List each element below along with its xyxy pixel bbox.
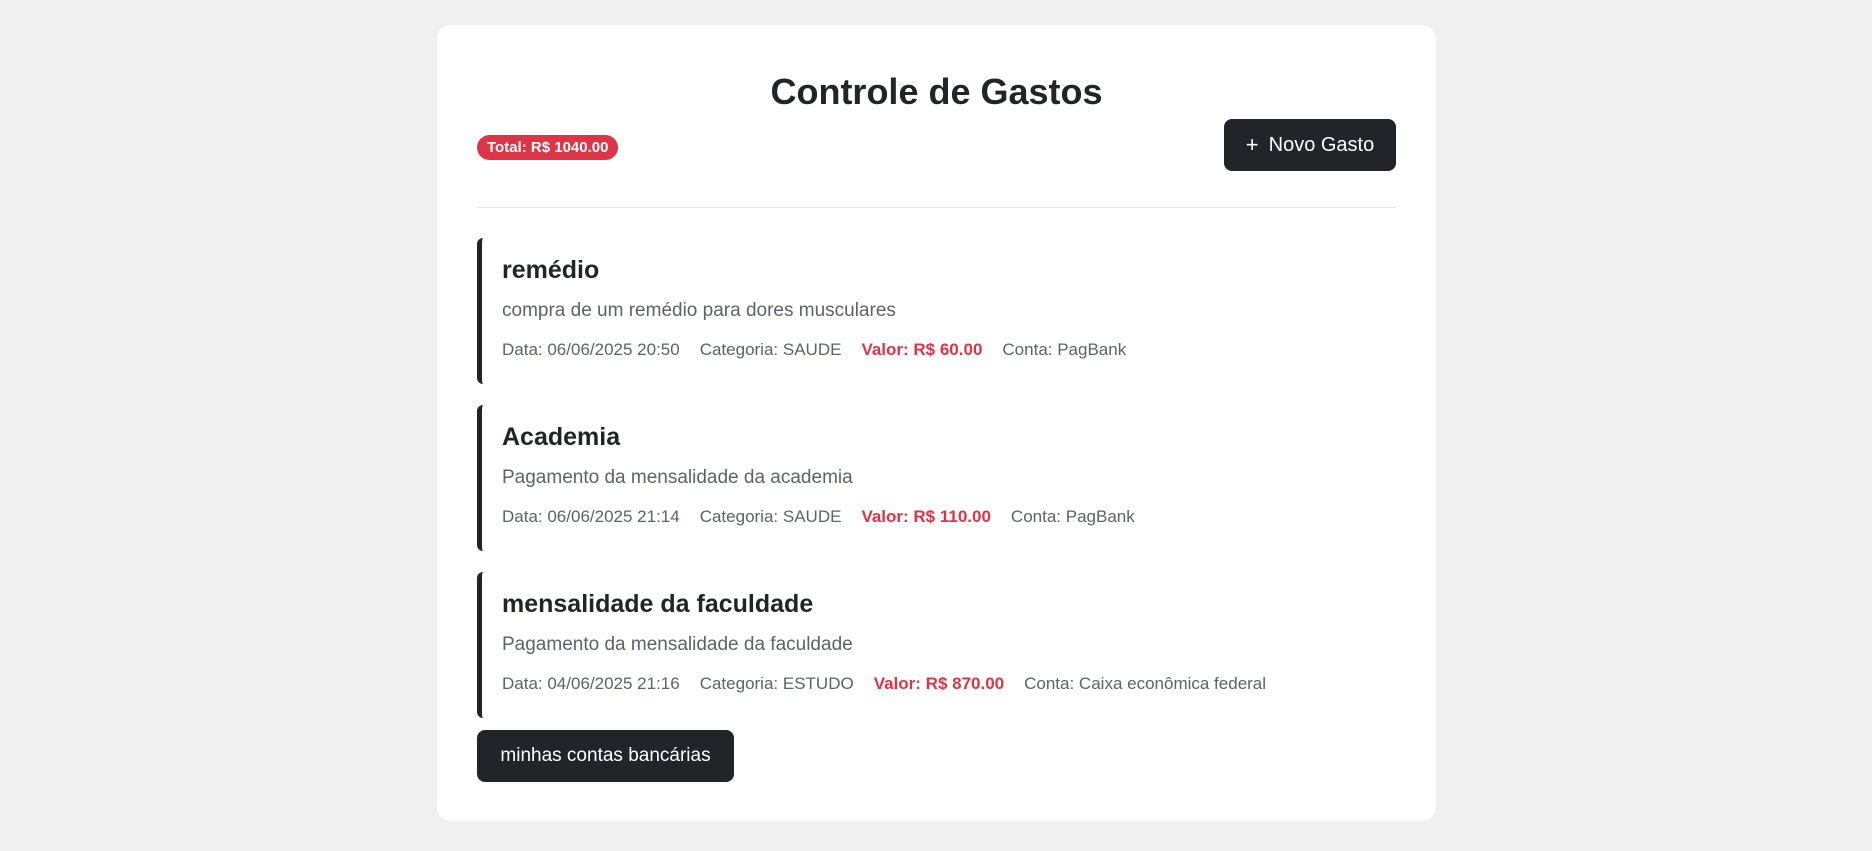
new-expense-label: Novo Gasto: [1268, 133, 1375, 156]
expense-item[interactable]: mensalidade da faculdade Pagamento da me…: [477, 572, 1396, 718]
expense-meta: Data: 04/06/2025 21:16 Categoria: ESTUDO…: [502, 674, 1266, 694]
expense-item[interactable]: Academia Pagamento da mensalidade da aca…: [477, 405, 1396, 551]
expense-value: Valor: R$ 870.00: [873, 674, 1005, 693]
expense-title: mensalidade da faculdade: [502, 590, 814, 618]
expense-date: Data: 06/06/2025 20:50: [502, 340, 680, 359]
expense-category: Categoria: ESTUDO: [699, 674, 854, 693]
expense-value: Valor: R$ 60.00: [861, 340, 983, 359]
expense-description: compra de um remédio para dores muscular…: [502, 300, 896, 321]
expense-meta: Data: 06/06/2025 21:14 Categoria: SAUDE …: [502, 507, 1135, 527]
expense-list: remédio compra de um remédio para dores …: [477, 238, 1396, 718]
expense-value: Valor: R$ 110.00: [861, 507, 991, 526]
expense-category: Categoria: SAUDE: [699, 507, 842, 526]
expense-account: Conta: PagBank: [1002, 340, 1127, 359]
expense-title: remédio: [502, 256, 600, 284]
bank-accounts-button[interactable]: minhas contas bancárias: [477, 730, 734, 782]
expense-category: Categoria: SAUDE: [699, 340, 842, 359]
expense-account: Conta: PagBank: [1010, 507, 1135, 526]
total-badge: Total: R$ 1040.00: [477, 135, 619, 160]
new-expense-button[interactable]: + Novo Gasto: [1224, 119, 1396, 171]
expense-title: Academia: [502, 423, 621, 451]
expense-item[interactable]: remédio compra de um remédio para dores …: [477, 238, 1396, 384]
plus-icon: +: [1245, 132, 1259, 157]
expenses-card: Controle de Gastos Total: R$ 1040.00 + N…: [437, 25, 1436, 821]
expense-date: Data: 06/06/2025 21:14: [502, 507, 680, 526]
expense-account: Conta: Caixa econômica federal: [1024, 674, 1267, 693]
page-title: Controle de Gastos: [770, 71, 1103, 112]
expense-date: Data: 04/06/2025 21:16: [502, 674, 680, 693]
expense-description: Pagamento da mensalidade da academia: [502, 467, 853, 488]
expense-description: Pagamento da mensalidade da faculdade: [502, 634, 853, 655]
expense-meta: Data: 06/06/2025 20:50 Categoria: SAUDE …: [502, 340, 1126, 360]
toolbar: Total: R$ 1040.00 + Novo Gasto: [477, 117, 1396, 208]
